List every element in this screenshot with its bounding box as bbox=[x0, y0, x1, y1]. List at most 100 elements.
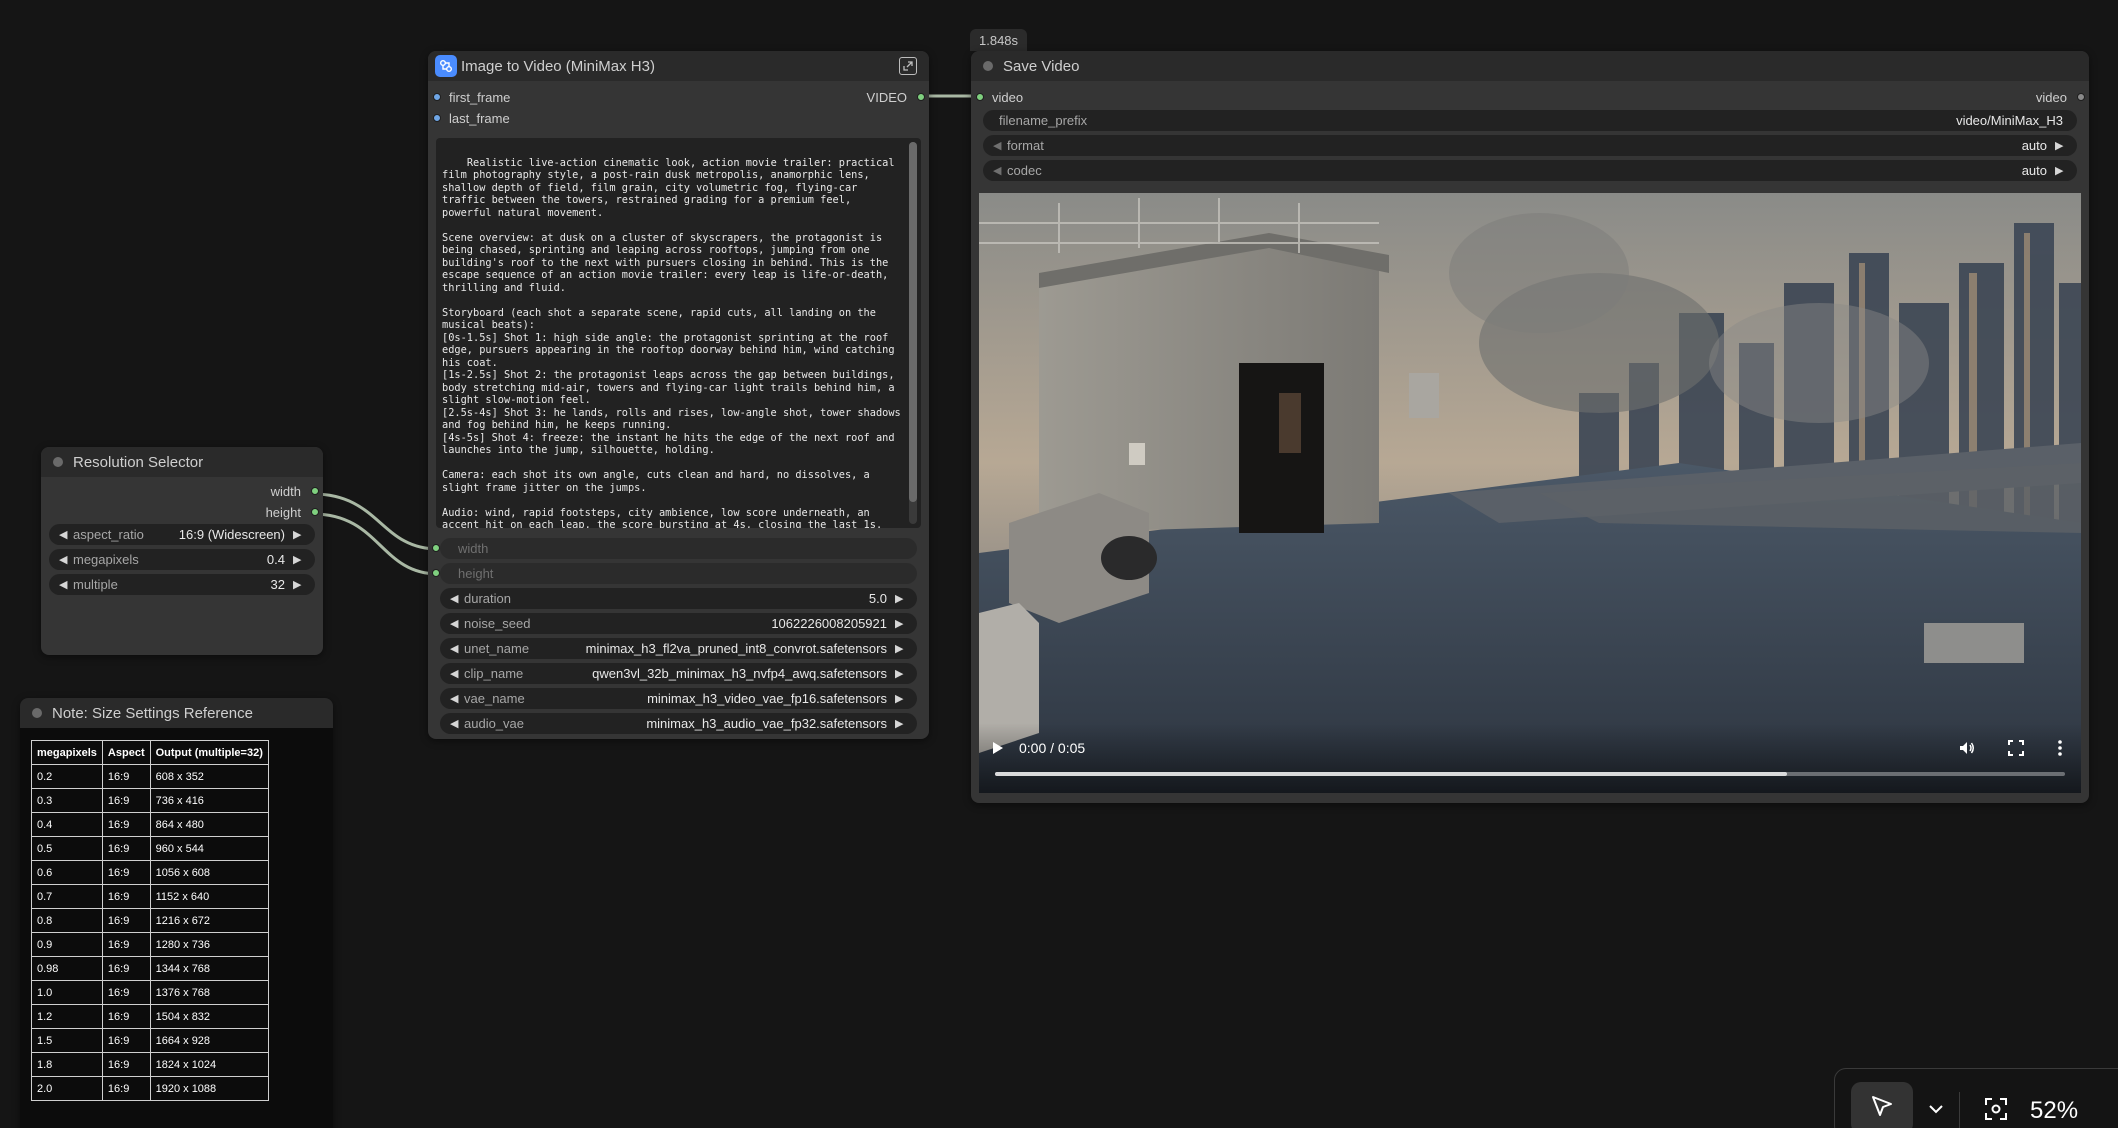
increment-arrow[interactable]: ▶ bbox=[895, 617, 907, 630]
decrement-arrow[interactable]: ◀ bbox=[993, 164, 1005, 177]
decrement-arrow[interactable]: ◀ bbox=[993, 139, 1005, 152]
filename-prefix-field[interactable]: filename_prefix video/MiniMax_H3 bbox=[983, 110, 2077, 131]
aspect-cell: 16:9 bbox=[101, 836, 151, 861]
output-socket[interactable] bbox=[311, 508, 319, 516]
megapixels-cell: 0.3 bbox=[31, 788, 103, 813]
output-socket[interactable] bbox=[311, 487, 319, 495]
more-icon[interactable] bbox=[2051, 739, 2069, 757]
node-header[interactable]: Note: Size Settings Reference bbox=[20, 698, 333, 728]
codec-combo[interactable]: ◀ codec auto ▶ bbox=[983, 160, 2077, 181]
output-cell: 608 x 352 bbox=[149, 764, 269, 789]
increment-arrow[interactable]: ▶ bbox=[895, 642, 907, 655]
volume-icon[interactable] bbox=[1958, 739, 1976, 757]
pointer-tool-button[interactable] bbox=[1851, 1082, 1913, 1128]
node-header[interactable]: Save Video bbox=[971, 51, 2089, 81]
aspect-cell: 16:9 bbox=[101, 1076, 151, 1101]
fullscreen-icon[interactable] bbox=[2007, 739, 2025, 757]
image-to-video-node[interactable]: Image to Video (MiniMax H3) first_frame … bbox=[428, 51, 929, 739]
megapixels-cell: 0.9 bbox=[31, 932, 103, 957]
chevron-down-icon[interactable] bbox=[1927, 1102, 1945, 1120]
output-socket[interactable] bbox=[917, 93, 925, 101]
output-cell: 864 x 480 bbox=[149, 812, 269, 837]
format-combo[interactable]: ◀ format auto ▶ bbox=[983, 135, 2077, 156]
table-row: 0.98 16:9 1344 x 768 bbox=[31, 956, 269, 981]
prompt-scroll-thumb[interactable] bbox=[909, 142, 917, 502]
aspect-ratio-combo[interactable]: ◀ aspect_ratio 16:9 (Widescreen) ▶ bbox=[49, 524, 315, 545]
prompt-text: Realistic live-action cinematic look, ac… bbox=[442, 156, 901, 529]
aspect-cell: 16:9 bbox=[101, 932, 151, 957]
increment-arrow[interactable]: ▶ bbox=[895, 592, 907, 605]
table-row: 0.8 16:9 1216 x 672 bbox=[31, 908, 269, 933]
video-player[interactable]: 0:00 / 0:05 bbox=[979, 193, 2081, 793]
expand-icon[interactable] bbox=[899, 57, 917, 75]
clip-name-combo[interactable]: ◀ clip_name qwen3vl_32b_minimax_h3_nvfp4… bbox=[440, 663, 917, 684]
input-first-frame[interactable]: first_frame VIDEO bbox=[428, 87, 929, 108]
decrement-arrow[interactable]: ◀ bbox=[450, 692, 462, 705]
increment-arrow[interactable]: ▶ bbox=[293, 553, 305, 566]
input-last-frame[interactable]: last_frame bbox=[428, 108, 929, 129]
increment-arrow[interactable]: ▶ bbox=[2055, 139, 2067, 152]
prompt-scrollbar[interactable] bbox=[909, 142, 917, 524]
decrement-arrow[interactable]: ◀ bbox=[59, 528, 71, 541]
video-frame bbox=[979, 193, 2081, 793]
input-video[interactable]: video video bbox=[971, 87, 2089, 108]
increment-arrow[interactable]: ▶ bbox=[2055, 164, 2067, 177]
noise-seed-number[interactable]: ◀ noise_seed 1062226008205921 ▶ bbox=[440, 613, 917, 634]
node-title: Note: Size Settings Reference bbox=[52, 704, 253, 722]
input-socket[interactable] bbox=[432, 569, 440, 577]
prompt-textarea[interactable]: Realistic live-action cinematic look, ac… bbox=[436, 138, 921, 528]
input-socket[interactable] bbox=[432, 544, 440, 552]
node-header[interactable]: Image to Video (MiniMax H3) bbox=[428, 51, 929, 81]
output-cell: 1344 x 768 bbox=[149, 956, 269, 981]
increment-arrow[interactable]: ▶ bbox=[895, 717, 907, 730]
output-cell: 1280 x 736 bbox=[149, 932, 269, 957]
megapixels-cell: 2.0 bbox=[31, 1076, 103, 1101]
save-video-node[interactable]: Save Video video video filename_prefix v… bbox=[971, 51, 2089, 803]
input-socket[interactable] bbox=[433, 114, 441, 122]
megapixels-cell: 0.2 bbox=[31, 764, 103, 789]
video-progress-track[interactable] bbox=[995, 772, 2065, 776]
output-height[interactable]: height bbox=[41, 502, 323, 522]
fit-view-icon[interactable] bbox=[1984, 1097, 2008, 1126]
width-linked-input[interactable]: width bbox=[432, 538, 917, 559]
aspect-cell: 16:9 bbox=[101, 956, 151, 981]
multiple-number[interactable]: ◀ multiple 32 ▶ bbox=[49, 574, 315, 595]
node-collapse-dot[interactable] bbox=[983, 61, 993, 71]
decrement-arrow[interactable]: ◀ bbox=[59, 578, 71, 591]
increment-arrow[interactable]: ▶ bbox=[293, 578, 305, 591]
decrement-arrow[interactable]: ◀ bbox=[450, 667, 462, 680]
megapixels-cell: 0.8 bbox=[31, 908, 103, 933]
decrement-arrow[interactable]: ◀ bbox=[450, 617, 462, 630]
unet-name-combo[interactable]: ◀ unet_name minimax_h3_fl2va_pruned_int8… bbox=[440, 638, 917, 659]
video-controls: 0:00 / 0:05 bbox=[979, 723, 2081, 793]
play-icon[interactable] bbox=[989, 740, 1005, 756]
increment-arrow[interactable]: ▶ bbox=[895, 692, 907, 705]
audio-vae-combo[interactable]: ◀ audio_vae minimax_h3_audio_vae_fp32.sa… bbox=[440, 713, 917, 734]
vae-name-combo[interactable]: ◀ vae_name minimax_h3_video_vae_fp16.saf… bbox=[440, 688, 917, 709]
decrement-arrow[interactable]: ◀ bbox=[450, 642, 462, 655]
resolution-selector-node[interactable]: Resolution Selector width height ◀ aspec… bbox=[41, 447, 323, 655]
output-socket[interactable] bbox=[2077, 93, 2085, 101]
output-width[interactable]: width bbox=[41, 481, 323, 502]
node-header[interactable]: Resolution Selector bbox=[41, 447, 323, 477]
output-cell: 736 x 416 bbox=[149, 788, 269, 813]
node-collapse-dot[interactable] bbox=[32, 708, 42, 718]
height-linked-input[interactable]: height bbox=[432, 563, 917, 584]
input-socket[interactable] bbox=[976, 93, 984, 101]
megapixels-number[interactable]: ◀ megapixels 0.4 ▶ bbox=[49, 549, 315, 570]
table-row: 1.2 16:9 1504 x 832 bbox=[31, 1004, 269, 1029]
node-collapse-dot[interactable] bbox=[53, 457, 63, 467]
table-row: 0.2 16:9 608 x 352 bbox=[31, 764, 269, 789]
decrement-arrow[interactable]: ◀ bbox=[450, 592, 462, 605]
increment-arrow[interactable]: ▶ bbox=[895, 667, 907, 680]
increment-arrow[interactable]: ▶ bbox=[293, 528, 305, 541]
duration-number[interactable]: ◀ duration 5.0 ▶ bbox=[440, 588, 917, 609]
decrement-arrow[interactable]: ◀ bbox=[450, 717, 462, 730]
zoom-level[interactable]: 52% bbox=[2030, 1097, 2078, 1125]
size-reference-table: megapixels Aspect Output (multiple=32) 0… bbox=[31, 740, 269, 1101]
decrement-arrow[interactable]: ◀ bbox=[59, 553, 71, 566]
aspect-cell: 16:9 bbox=[101, 860, 151, 885]
note-node[interactable]: Note: Size Settings Reference megapixels… bbox=[20, 698, 333, 1128]
input-socket[interactable] bbox=[433, 93, 441, 101]
canvas-toolbar: 52% bbox=[1834, 1068, 2118, 1128]
